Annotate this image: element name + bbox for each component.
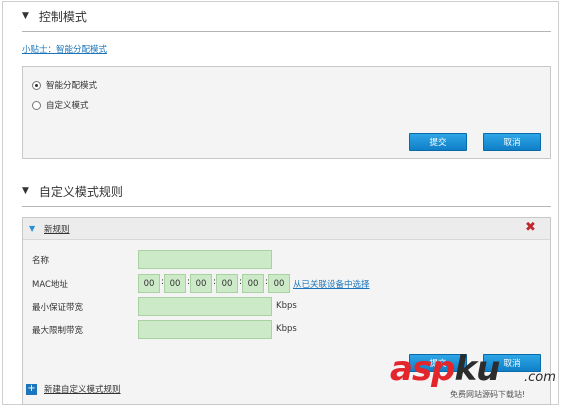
delete-rule-icon[interactable]: ✖ bbox=[525, 221, 536, 234]
watermark-subtitle: 免费网站源码下载站! bbox=[450, 390, 526, 399]
add-custom-rule-row[interactable]: + 新建自定义模式规则 bbox=[26, 383, 121, 395]
mac-octet-3[interactable] bbox=[190, 274, 212, 293]
watermark-suffix: .com bbox=[524, 370, 556, 385]
max-bandwidth-input[interactable] bbox=[138, 320, 272, 339]
rule-header[interactable]: ▼ 新规则 ✖ bbox=[23, 218, 550, 240]
mac-label: MAC地址 bbox=[32, 280, 68, 290]
radio-selected-icon[interactable] bbox=[32, 80, 41, 90]
max-bandwidth-label: 最大限制带宽 bbox=[32, 326, 84, 336]
control-mode-title: 控制模式 bbox=[38, 9, 87, 24]
option-smart-allocation[interactable]: 智能分配模式 bbox=[32, 79, 97, 91]
custom-rules-header[interactable]: ▼ 自定义模式规则 bbox=[22, 182, 123, 200]
watermark-brand-a: asp bbox=[390, 349, 456, 389]
min-bandwidth-label: 最小保证带宽 bbox=[32, 303, 84, 313]
control-mode-header[interactable]: ▼ 控制模式 bbox=[22, 7, 87, 25]
expand-triangle-icon[interactable]: ▼ bbox=[29, 224, 35, 233]
collapse-triangle-icon: ▼ bbox=[22, 10, 29, 21]
section-divider bbox=[22, 206, 551, 207]
rule-title[interactable]: 新规则 bbox=[44, 223, 70, 235]
min-bandwidth-input[interactable] bbox=[138, 297, 272, 316]
unit-label: Kbps bbox=[276, 301, 297, 311]
mac-octet-2[interactable] bbox=[164, 274, 186, 293]
name-label: 名称 bbox=[32, 256, 50, 266]
mac-octet-4[interactable] bbox=[216, 274, 238, 293]
unit-label: Kbps bbox=[276, 324, 297, 334]
control-mode-panel: 智能分配模式 自定义模式 提交 取消 bbox=[22, 66, 551, 159]
option-label: 自定义模式 bbox=[46, 101, 89, 111]
watermark-brand-b: ku bbox=[454, 349, 501, 389]
option-custom-mode[interactable]: 自定义模式 bbox=[32, 99, 89, 111]
mac-octet-5[interactable] bbox=[242, 274, 264, 293]
add-custom-rule-link[interactable]: 新建自定义模式规则 bbox=[44, 383, 121, 395]
custom-rules-title: 自定义模式规则 bbox=[38, 184, 123, 199]
tip-link[interactable]: 小贴士：智能分配模式 bbox=[22, 43, 107, 55]
submit-button[interactable]: 提交 bbox=[409, 133, 467, 151]
cancel-button[interactable]: 取消 bbox=[483, 133, 541, 151]
option-label: 智能分配模式 bbox=[46, 81, 98, 91]
watermark-logo: aspku .com 免费网站源码下载站! bbox=[390, 352, 560, 404]
mac-octet-1[interactable] bbox=[138, 274, 160, 293]
radio-unselected-icon[interactable] bbox=[32, 100, 41, 110]
name-input[interactable] bbox=[138, 250, 272, 269]
collapse-triangle-icon: ▼ bbox=[22, 185, 29, 196]
select-associated-device-link[interactable]: 从已关联设备中选择 bbox=[293, 278, 370, 290]
section-divider bbox=[22, 31, 551, 32]
add-icon[interactable]: + bbox=[26, 383, 37, 395]
mac-octet-6[interactable] bbox=[268, 274, 290, 293]
watermark-brand: aspku bbox=[390, 349, 501, 389]
